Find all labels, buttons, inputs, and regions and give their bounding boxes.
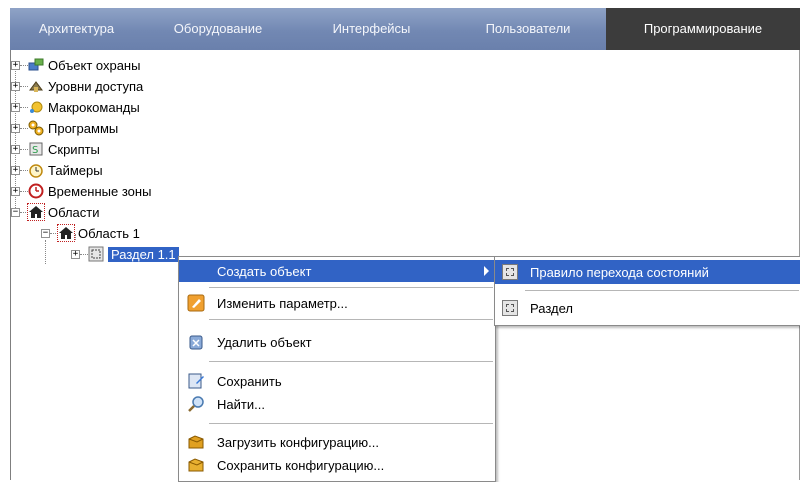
tree-item-label: Уровни доступа	[48, 78, 144, 94]
menu-separator	[209, 319, 493, 320]
tab-users[interactable]: Пользователи	[450, 8, 606, 50]
menu-separator	[209, 287, 493, 288]
tree-item-time-zones[interactable]: + Временные зоны	[11, 181, 151, 201]
menu-separator	[525, 290, 799, 291]
svg-text:S: S	[32, 145, 38, 156]
menu-item-label: Загрузить конфигурацию...	[217, 434, 380, 450]
tree-item-security-object[interactable]: + Объект охраны	[11, 55, 140, 75]
menu-item-load-configuration[interactable]: Загрузить конфигурацию...	[179, 431, 495, 453]
areas-icon	[27, 203, 45, 221]
section-icon	[88, 246, 104, 262]
create-object-submenu: Правило перехода состояний Раздел	[494, 256, 800, 326]
tree-item-label: Таймеры	[48, 162, 103, 178]
tree-item-section-1-1[interactable]: + Раздел 1.1	[71, 244, 179, 264]
programs-icon	[28, 120, 44, 136]
submenu-item-section[interactable]: Раздел	[495, 296, 800, 320]
collapse-toggle-icon[interactable]: −	[41, 228, 50, 238]
expand-toggle-icon[interactable]: +	[71, 249, 80, 259]
menu-item-save-configuration[interactable]: Сохранить конфигурацию...	[179, 454, 495, 476]
menu-separator	[209, 423, 493, 424]
tree-item-areas[interactable]: − Области	[11, 202, 100, 222]
menu-item-delete-object[interactable]: Удалить объект	[179, 331, 495, 353]
tree-item-label: Программы	[48, 120, 119, 136]
tree-item-label: Скрипты	[48, 141, 100, 157]
find-icon	[187, 395, 205, 413]
edit-parameter-icon	[187, 294, 205, 312]
tree-item-programs[interactable]: + Программы	[11, 118, 118, 138]
tree-item-label: Макрокоманды	[48, 99, 140, 115]
tree-connector	[45, 240, 46, 264]
menu-item-label: Найти...	[217, 396, 265, 412]
collapse-toggle-icon[interactable]: −	[11, 207, 20, 217]
submenu-item-label: Правило перехода состояний	[530, 264, 709, 280]
menu-item-edit-parameter[interactable]: Изменить параметр...	[179, 292, 495, 314]
tree-item-label: Области	[48, 204, 100, 220]
tree-item-access-levels[interactable]: + Уровни доступа	[11, 76, 143, 96]
tree-item-label: Область 1	[78, 225, 140, 241]
tab-interfaces[interactable]: Интерфейсы	[293, 8, 450, 50]
context-menu: Создать объект Изменить параметр... Удал…	[178, 256, 496, 482]
load-config-icon	[187, 433, 205, 451]
tree-item-scripts[interactable]: + S Скрипты	[11, 139, 100, 159]
tree-item-area-1[interactable]: − Область 1	[41, 223, 140, 243]
tree-item-label: Раздел 1.1	[108, 246, 179, 262]
tab-equipment[interactable]: Оборудование	[143, 8, 293, 50]
menu-item-find[interactable]: Найти...	[179, 393, 495, 415]
tree-item-timers[interactable]: + Таймеры	[11, 160, 103, 180]
menu-item-label: Сохранить	[217, 373, 282, 389]
section-icon	[502, 300, 518, 316]
menu-separator	[209, 361, 493, 362]
submenu-arrow-icon	[484, 266, 489, 276]
menu-item-label: Изменить параметр...	[217, 295, 348, 311]
area-icon	[57, 224, 75, 242]
expand-toggle-icon[interactable]: +	[11, 102, 20, 112]
state-transition-rule-icon	[502, 264, 518, 280]
save-config-icon	[187, 456, 205, 474]
save-icon	[187, 372, 205, 390]
menu-item-label: Удалить объект	[217, 334, 312, 350]
tree-item-label: Временные зоны	[48, 183, 152, 199]
submenu-item-state-transition-rule[interactable]: Правило перехода состояний	[495, 260, 800, 284]
macro-commands-icon	[28, 99, 44, 115]
security-object-icon	[28, 57, 44, 73]
time-zones-icon	[28, 183, 44, 199]
tab-programming[interactable]: Программирование	[606, 8, 800, 50]
scripts-icon: S	[28, 141, 44, 157]
expand-toggle-icon[interactable]: +	[11, 165, 20, 175]
submenu-item-label: Раздел	[530, 300, 573, 316]
menu-item-save[interactable]: Сохранить	[179, 370, 495, 392]
expand-toggle-icon[interactable]: +	[11, 60, 20, 70]
expand-toggle-icon[interactable]: +	[11, 144, 20, 154]
menu-item-create-object[interactable]: Создать объект	[179, 260, 495, 282]
expand-toggle-icon[interactable]: +	[11, 123, 20, 133]
menu-item-label: Сохранить конфигурацию...	[217, 457, 385, 473]
tree-item-label: Объект охраны	[48, 57, 141, 73]
menu-item-label: Создать объект	[217, 263, 312, 279]
tree-item-macro-commands[interactable]: + Макрокоманды	[11, 97, 140, 117]
expand-toggle-icon[interactable]: +	[11, 81, 20, 91]
timers-icon	[28, 162, 44, 178]
top-tab-bar: Архитектура Оборудование Интерфейсы Поль…	[10, 8, 800, 50]
access-levels-icon	[28, 78, 44, 94]
tab-architecture[interactable]: Архитектура	[10, 8, 143, 50]
expand-toggle-icon[interactable]: +	[11, 186, 20, 196]
delete-object-icon	[187, 333, 205, 351]
